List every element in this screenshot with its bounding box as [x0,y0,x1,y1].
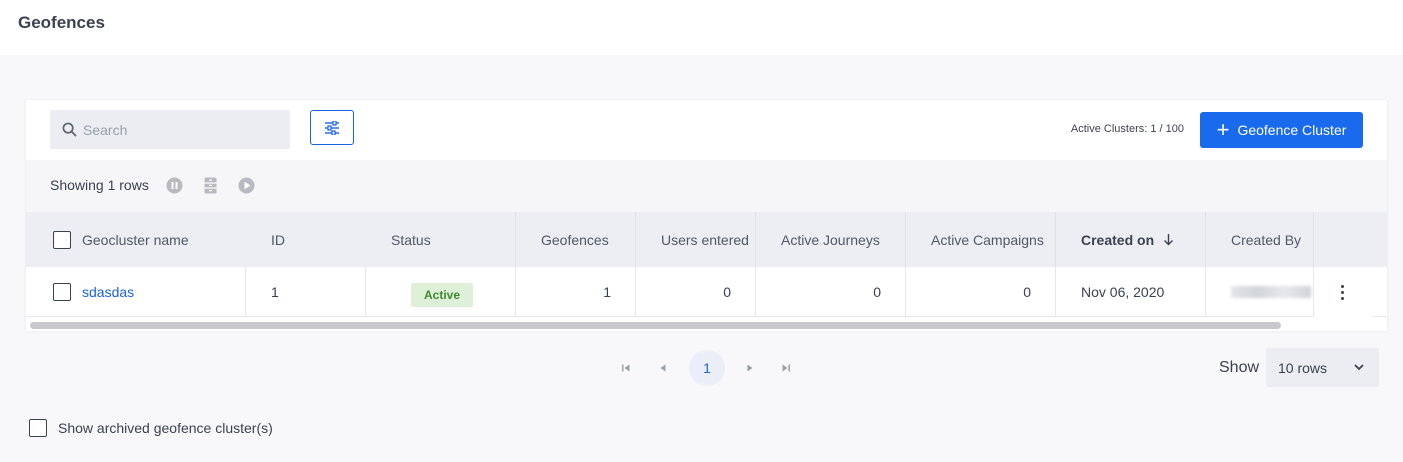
cell-divider [1205,267,1206,317]
users-entered-count: 0 [723,284,731,300]
table-header: Geocluster name ID Status Geofences User… [26,212,1387,267]
cell-divider [515,267,516,317]
kebab-icon[interactable] [1337,267,1347,317]
search-box[interactable] [50,110,290,149]
actions-header [1313,212,1373,267]
arrow-down-icon [1164,234,1174,246]
select-all-cell [53,212,71,267]
column-divider [635,212,636,267]
page-header: Geofences [0,0,1403,55]
row-select-cell [53,267,71,317]
column-divider [755,212,756,267]
cell-divider [905,267,906,317]
geofences-count: 1 [603,284,611,300]
cell-divider [635,267,636,317]
show-archived-label: Show archived geofence cluster(s) [58,420,273,436]
active-journeys-count: 0 [873,284,881,300]
cluster-name-link[interactable]: sdasdas [82,267,134,317]
show-archived-checkbox[interactable] [29,419,47,437]
row-checkbox[interactable] [53,283,71,301]
pause-icon[interactable] [166,177,183,194]
created-by-cell [1231,267,1311,317]
row-count: Showing 1 rows [50,177,149,193]
next-page-icon[interactable] [744,362,756,374]
chevron-down-icon [1354,364,1364,371]
cluster-id: 1 [271,284,279,300]
filter-button[interactable] [310,110,354,145]
rows-per-page-select[interactable]: 10 rows [1266,348,1379,387]
column-divider [515,212,516,267]
scrollbar-thumb[interactable] [30,322,1281,329]
column-header-status[interactable]: Status [391,212,431,267]
column-divider [1205,212,1206,267]
card-header: Active Clusters: 1 / 100 + Geofence Clus… [26,100,1387,160]
column-header-users-entered[interactable]: Users entered [661,212,749,267]
status-badge: Active [411,283,474,307]
column-header-geofences[interactable]: Geofences [541,212,609,267]
cell-divider [755,267,756,317]
column-header-created-on[interactable]: Created on [1081,212,1174,267]
cell-divider [245,267,246,317]
table-toolbar: Showing 1 rows [26,160,1387,212]
show-archived-toggle[interactable]: Show archived geofence cluster(s) [29,419,273,437]
created-on-date: Nov 06, 2020 [1081,284,1165,300]
column-header-active-campaigns[interactable]: Active Campaigns [931,212,1044,267]
active-clusters-count: Active Clusters: 1 / 100 [1070,123,1184,135]
page-title: Geofences [18,13,105,32]
column-header-name[interactable]: Geocluster name [82,212,189,267]
search-input[interactable] [83,121,273,138]
cell-divider [365,267,366,317]
column-divider [905,212,906,267]
clusters-card: Active Clusters: 1 / 100 + Geofence Clus… [26,100,1387,331]
sliders-icon [325,120,339,135]
table-row[interactable]: sdasdas 1 Active 1 0 0 0 Nov 06, 2020 [26,267,1387,317]
add-button-label: Geofence Cluster [1237,122,1347,138]
rows-per-page-value: 10 rows [1278,359,1328,376]
previous-page-icon[interactable] [657,362,669,374]
column-divider [1055,212,1056,267]
last-page-icon[interactable] [780,362,792,374]
archive-icon[interactable] [202,177,219,194]
current-page[interactable]: 1 [689,350,725,386]
column-header-id[interactable]: ID [271,212,285,267]
status-cell: Active [411,267,474,317]
search-icon [62,122,77,137]
plus-icon: + [1216,117,1230,142]
play-icon[interactable] [238,177,255,194]
cell-divider [1055,267,1056,317]
add-geofence-cluster-button[interactable]: + Geofence Cluster [1200,112,1363,148]
select-all-checkbox[interactable] [53,230,71,249]
column-header-created-on-label: Created on [1081,231,1155,248]
column-header-created-by[interactable]: Created By [1231,212,1301,267]
first-page-icon[interactable] [620,362,632,374]
redacted-creator [1231,286,1311,298]
active-campaigns-count: 0 [1023,284,1031,300]
column-header-active-journeys[interactable]: Active Journeys [781,212,880,267]
rows-per-page-label: Show [1219,359,1260,376]
